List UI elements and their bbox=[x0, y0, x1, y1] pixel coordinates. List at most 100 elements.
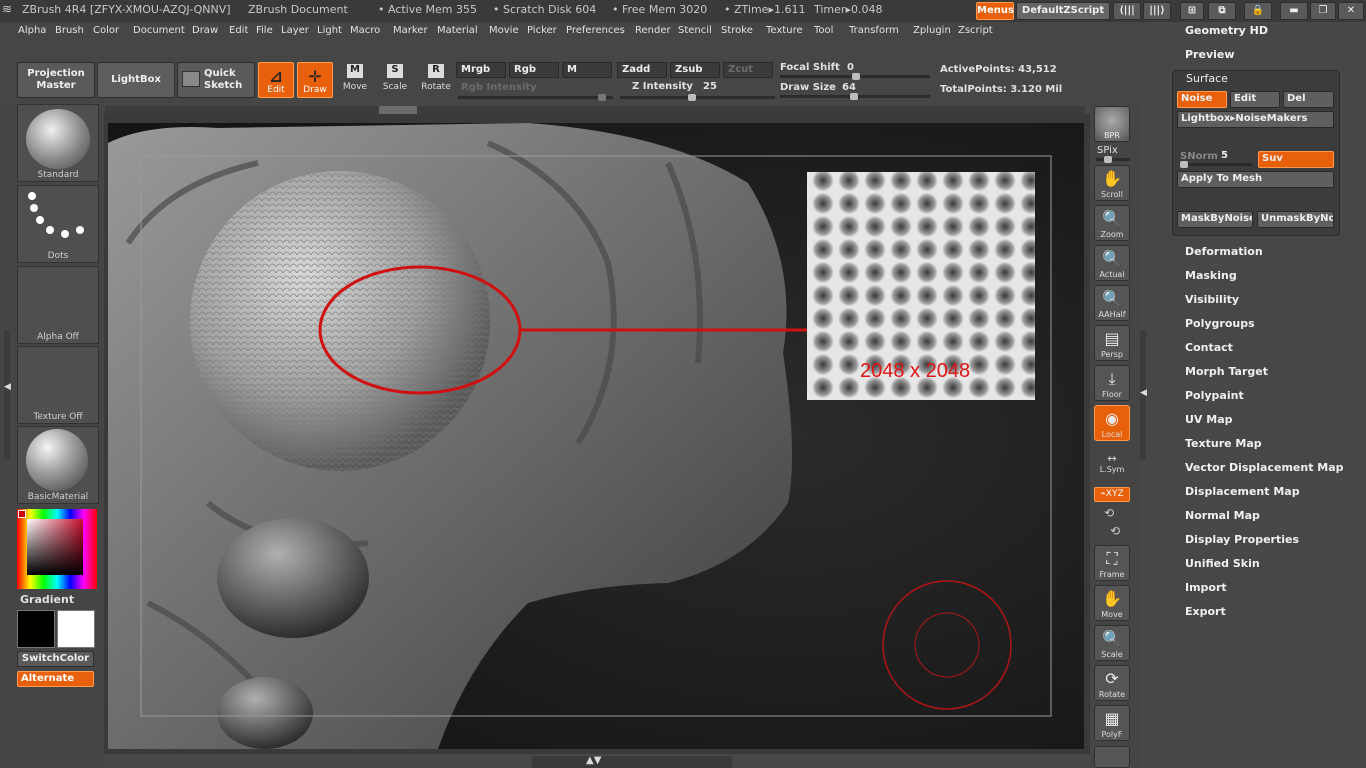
window-icon[interactable]: ⧉ bbox=[1208, 2, 1236, 20]
menu-light[interactable]: Light bbox=[317, 25, 342, 36]
menu-file[interactable]: File bbox=[256, 25, 273, 36]
polygroups-menu[interactable]: Polygroups bbox=[1185, 317, 1255, 330]
draw-mode-button[interactable]: ✛ Draw bbox=[297, 62, 333, 98]
frame-button[interactable]: ⛶ Frame bbox=[1094, 545, 1130, 581]
spix-slider[interactable] bbox=[1096, 156, 1130, 163]
canvas-viewport[interactable] bbox=[108, 123, 1084, 749]
xyz-button[interactable]: ⌁XYZ bbox=[1094, 487, 1130, 502]
actual-button[interactable]: 🔍 Actual bbox=[1094, 245, 1130, 281]
alternate-button[interactable]: Alternate bbox=[17, 671, 94, 687]
zsub-button[interactable]: Zsub bbox=[670, 62, 720, 78]
move-mode-button[interactable]: M Move bbox=[340, 64, 370, 98]
rotate-y-icon[interactable]: ⟲ bbox=[1104, 506, 1114, 520]
color-saturation-square[interactable] bbox=[27, 519, 83, 575]
menu-brush[interactable]: Brush bbox=[55, 25, 84, 36]
tab-strip-handle[interactable] bbox=[379, 106, 417, 114]
stroke-button[interactable]: Dots bbox=[17, 185, 99, 263]
projection-master-button[interactable]: Projection Master bbox=[17, 62, 95, 98]
persp-button[interactable]: ▤ Persp bbox=[1094, 325, 1130, 361]
texture-map-menu[interactable]: Texture Map bbox=[1185, 437, 1262, 450]
polyf-button[interactable]: ▦ PolyF bbox=[1094, 705, 1130, 741]
quick-sketch-button[interactable]: Quick Sketch bbox=[177, 62, 255, 98]
menu-picker[interactable]: Picker bbox=[527, 25, 557, 36]
geometry-hd-menu[interactable]: Geometry HD bbox=[1185, 24, 1268, 37]
menu-draw[interactable]: Draw bbox=[192, 25, 218, 36]
displacement-map-menu[interactable]: Displacement Map bbox=[1185, 485, 1300, 498]
mask-by-noise-button[interactable]: MaskByNoise bbox=[1177, 211, 1253, 228]
menu-texture[interactable]: Texture bbox=[766, 25, 803, 36]
menu-preferences[interactable]: Preferences bbox=[566, 25, 625, 36]
brush-button[interactable]: Standard bbox=[17, 104, 99, 182]
menu-material[interactable]: Material bbox=[437, 25, 478, 36]
focal-shift-slider[interactable] bbox=[780, 73, 930, 80]
snorm-slider[interactable] bbox=[1180, 161, 1252, 168]
contact-menu[interactable]: Contact bbox=[1185, 341, 1233, 354]
switch-color-button[interactable]: SwitchColor bbox=[17, 651, 94, 667]
minimize-icon[interactable]: ▬ bbox=[1280, 2, 1308, 20]
alpha-button[interactable]: Alpha Off bbox=[17, 266, 99, 344]
lock-icon[interactable]: 🔒 bbox=[1244, 2, 1272, 20]
menu-movie[interactable]: Movie bbox=[489, 25, 519, 36]
lsym-button[interactable]: ↔ L.Sym bbox=[1094, 452, 1130, 480]
close-icon[interactable]: ✕ bbox=[1338, 2, 1364, 20]
menu-zplugin[interactable]: Zplugin bbox=[913, 25, 951, 36]
preview-menu[interactable]: Preview bbox=[1185, 48, 1235, 61]
noise-button[interactable]: Noise bbox=[1177, 91, 1227, 108]
menu-color[interactable]: Color bbox=[93, 25, 119, 36]
lightbox-noisemakers-button[interactable]: Lightbox▸NoiseMakers bbox=[1177, 111, 1334, 128]
z-intensity-slider[interactable] bbox=[620, 94, 775, 101]
scale-mode-button[interactable]: S Scale bbox=[380, 64, 410, 98]
aahalf-button[interactable]: 🔍 AAHalf bbox=[1094, 285, 1130, 321]
local-button[interactable]: ◉ Local bbox=[1094, 405, 1130, 441]
secondary-color-swatch[interactable] bbox=[57, 610, 95, 648]
menu-layer[interactable]: Layer bbox=[281, 25, 309, 36]
material-button[interactable]: BasicMaterial bbox=[17, 426, 99, 504]
zadd-button[interactable]: Zadd bbox=[617, 62, 667, 78]
import-menu[interactable]: Import bbox=[1185, 581, 1227, 594]
rotate-mode-button[interactable]: R Rotate bbox=[420, 64, 452, 98]
color-picker[interactable] bbox=[17, 509, 97, 589]
next-icon[interactable]: |||⟩ bbox=[1143, 2, 1171, 20]
rgb-intensity-slider[interactable] bbox=[458, 94, 613, 101]
rgb-button[interactable]: Rgb bbox=[509, 62, 559, 78]
previous-icon[interactable]: ⟨||| bbox=[1113, 2, 1141, 20]
zoom-button[interactable]: 🔍 Zoom bbox=[1094, 205, 1130, 241]
bottom-tray-handle[interactable]: ▲▼ bbox=[532, 755, 732, 768]
rotate-z-icon[interactable]: ⟲ bbox=[1110, 524, 1120, 538]
left-tray-handle[interactable]: ◀ bbox=[4, 330, 11, 460]
suv-button[interactable]: Suv bbox=[1258, 151, 1334, 168]
rotate-view-button[interactable]: ⟳ Rotate bbox=[1094, 665, 1130, 701]
move-view-button[interactable]: ✋ Move bbox=[1094, 585, 1130, 621]
menu-macro[interactable]: Macro bbox=[350, 25, 380, 36]
draw-size-slider[interactable] bbox=[780, 93, 930, 100]
lightbox-button[interactable]: LightBox bbox=[97, 62, 175, 98]
normal-map-menu[interactable]: Normal Map bbox=[1185, 509, 1260, 522]
main-color-swatch[interactable] bbox=[17, 610, 55, 648]
zcut-button[interactable]: Zcut bbox=[723, 62, 773, 78]
edit-mode-button[interactable]: ⊿ Edit bbox=[258, 62, 294, 98]
noise-del-button[interactable]: Del bbox=[1283, 91, 1334, 108]
vector-displacement-map-menu[interactable]: Vector Displacement Map bbox=[1185, 461, 1344, 474]
surface-title[interactable]: Surface bbox=[1186, 72, 1228, 85]
display-properties-menu[interactable]: Display Properties bbox=[1185, 533, 1299, 546]
uv-map-menu[interactable]: UV Map bbox=[1185, 413, 1233, 426]
menu-render[interactable]: Render bbox=[635, 25, 671, 36]
menu-marker[interactable]: Marker bbox=[393, 25, 428, 36]
visibility-menu[interactable]: Visibility bbox=[1185, 293, 1239, 306]
apply-to-mesh-button[interactable]: Apply To Mesh bbox=[1177, 171, 1334, 188]
texture-button[interactable]: Texture Off bbox=[17, 346, 99, 424]
default-zscript-button[interactable]: DefaultZScript bbox=[1016, 2, 1110, 20]
menu-alpha[interactable]: Alpha bbox=[18, 25, 46, 36]
polypaint-menu[interactable]: Polypaint bbox=[1185, 389, 1244, 402]
scale-view-button[interactable]: 🔍 Scale bbox=[1094, 625, 1130, 661]
right-tray-handle[interactable]: ◀ bbox=[1140, 330, 1147, 460]
layout-icon[interactable]: ⊞ bbox=[1180, 2, 1204, 20]
mrgb-button[interactable]: Mrgb bbox=[456, 62, 506, 78]
menu-document[interactable]: Document bbox=[133, 25, 185, 36]
scroll-button[interactable]: ✋ Scroll bbox=[1094, 165, 1130, 201]
menu-stroke[interactable]: Stroke bbox=[721, 25, 753, 36]
masking-menu[interactable]: Masking bbox=[1185, 269, 1237, 282]
transp-button[interactable] bbox=[1094, 746, 1130, 768]
bpr-button[interactable]: BPR bbox=[1094, 106, 1130, 142]
unified-skin-menu[interactable]: Unified Skin bbox=[1185, 557, 1260, 570]
